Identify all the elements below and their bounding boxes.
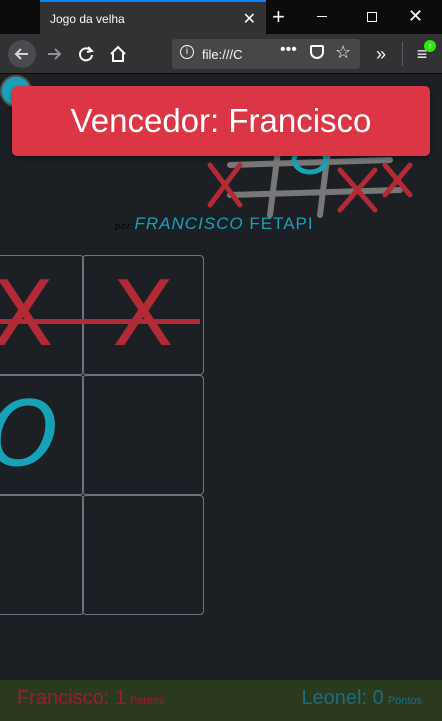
x-mark: X <box>0 262 54 367</box>
board-cell[interactable]: X <box>0 255 84 375</box>
board-cell[interactable]: X <box>82 255 204 375</box>
board-cell[interactable] <box>82 375 204 495</box>
url-bar[interactable]: i file:///C ••• ☆ <box>172 39 360 69</box>
new-tab-button[interactable]: + <box>272 4 285 30</box>
player-1-points: 1 <box>114 687 126 709</box>
o-mark: O <box>0 376 83 494</box>
tab-jogo-da-velha[interactable]: Jogo da velha ✕ <box>40 0 266 34</box>
score-player-1: Francisco: 1 Pontos <box>17 687 165 709</box>
back-arrow-icon <box>14 48 28 60</box>
page-actions-icon[interactable]: ••• <box>280 41 297 59</box>
score-player-2: Leonel: 0 Pontos <box>301 687 422 709</box>
player-1-name: Francisco <box>17 687 104 709</box>
byline-prefix: por: <box>115 221 135 231</box>
player-2-points-unit: Pontos <box>387 695 422 707</box>
x-mark: X <box>112 262 174 367</box>
empty-mark <box>83 376 203 494</box>
player-1-points-unit: Pontos <box>129 695 165 707</box>
player-2-points: 0 <box>372 687 384 709</box>
maximize-icon[interactable] <box>367 12 377 22</box>
back-button[interactable] <box>8 40 36 68</box>
site-info-icon[interactable]: i <box>180 45 194 59</box>
game-page: por:FRANCISCO FETAPI X X O Vencedor: Fra… <box>0 75 442 721</box>
url-text[interactable]: file:///C <box>202 47 242 62</box>
game-board: X X O <box>0 255 204 615</box>
empty-mark <box>0 496 83 614</box>
menu-button[interactable]: ≡ ↑ <box>408 40 436 68</box>
reload-icon <box>79 46 95 62</box>
byline-author: FRANCISCO <box>134 214 244 233</box>
pocket-icon[interactable] <box>310 45 324 59</box>
home-button[interactable] <box>104 40 132 68</box>
winning-line <box>0 319 200 324</box>
empty-mark <box>83 496 203 614</box>
byline-surname: FETAPI <box>249 214 314 233</box>
board-cell[interactable] <box>0 495 84 615</box>
byline: por:FRANCISCO FETAPI <box>115 214 314 234</box>
board-cell[interactable]: O <box>0 375 84 495</box>
tab-bar: Jogo da velha ✕ + ✕ <box>0 0 442 34</box>
bookmark-star-icon[interactable]: ☆ <box>335 42 351 63</box>
toolbar-separator <box>402 42 403 66</box>
forward-button[interactable] <box>40 40 68 68</box>
home-icon <box>110 45 126 62</box>
update-badge-icon: ↑ <box>424 40 436 52</box>
window-close-icon[interactable]: ✕ <box>408 6 423 27</box>
tab-close-icon[interactable]: ✕ <box>243 9 256 29</box>
tab-title: Jogo da velha <box>50 12 125 26</box>
board-cell[interactable] <box>82 495 204 615</box>
winner-alert: Vencedor: Francisco <box>12 86 430 156</box>
minimize-icon[interactable] <box>317 16 327 17</box>
nav-toolbar: i file:///C ••• ☆ » ≡ ↑ <box>0 34 442 74</box>
overflow-button[interactable]: » <box>367 40 395 68</box>
reload-button[interactable] <box>72 40 100 68</box>
player-2-name: Leonel <box>301 687 362 709</box>
score-bar: Francisco: 1 Pontos Leonel: 0 Pontos <box>0 680 442 721</box>
forward-arrow-icon <box>48 48 62 60</box>
